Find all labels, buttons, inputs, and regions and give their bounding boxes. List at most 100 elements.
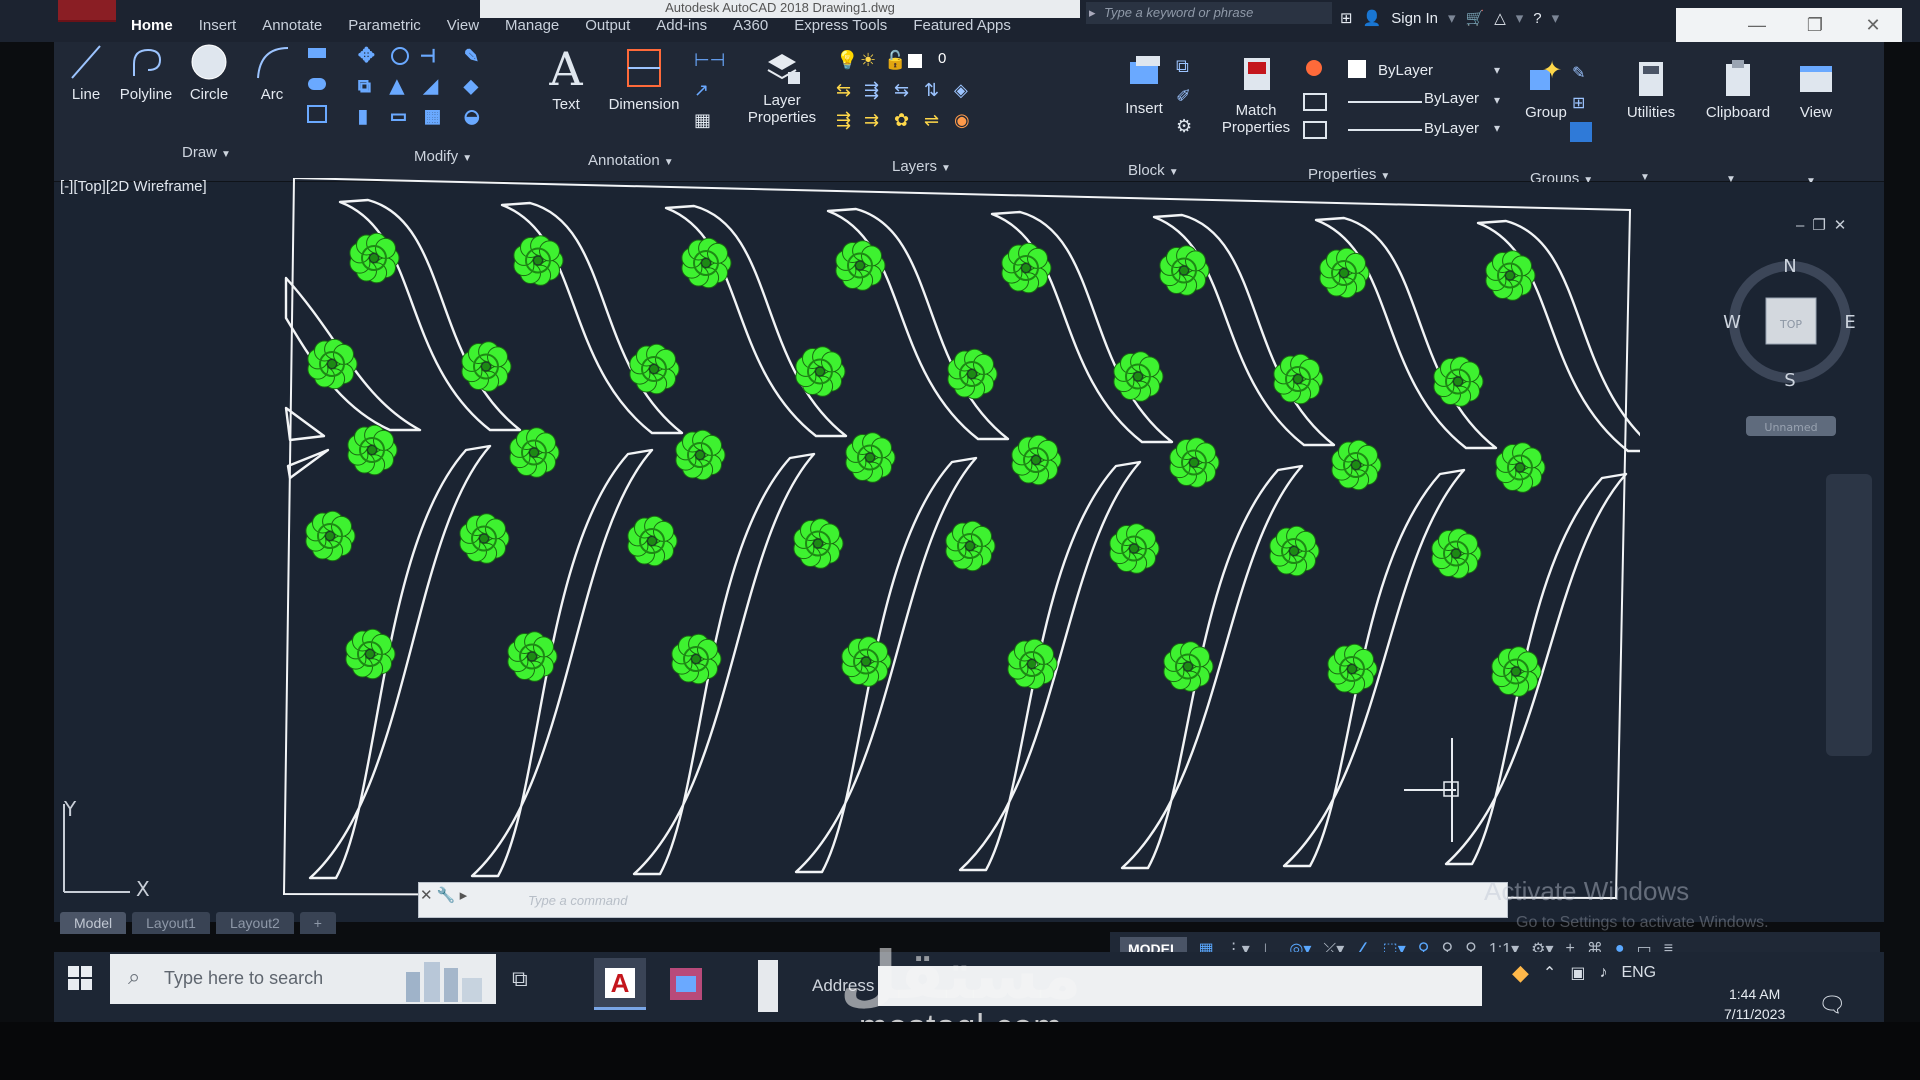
match-properties-button[interactable]: Match Properties xyxy=(1216,54,1296,136)
dimension-button[interactable]: Dimension xyxy=(602,46,686,113)
annotation-small-icons[interactable]: ⊢⊣ ↗ ▦ xyxy=(690,46,730,136)
svg-text:⇆: ⇆ xyxy=(836,80,851,101)
text-button[interactable]: A Text xyxy=(546,46,586,113)
plant-symbol xyxy=(795,346,846,397)
help-icon[interactable]: ? xyxy=(1533,10,1541,27)
tab-home[interactable]: Home xyxy=(118,12,186,40)
tab-annotate[interactable]: Annotate xyxy=(249,12,335,40)
task-view-icon[interactable]: ⧉ xyxy=(512,966,528,992)
arc-button[interactable]: Arc xyxy=(252,42,292,103)
svg-text:⚙: ⚙ xyxy=(1176,116,1192,137)
autocad-icon: A xyxy=(605,968,635,998)
layer-tools-icons[interactable]: 💡 ☀ 🔓 ⇆ ⇶ ⇆ ⇅ ◈ ⇶ ⇉ ✿ ⇌ ◉ xyxy=(834,48,1004,132)
svg-text:⊣: ⊣ xyxy=(420,46,436,67)
network-icon[interactable]: ▣ xyxy=(1570,963,1585,983)
sign-in-button[interactable]: Sign In xyxy=(1391,10,1438,27)
window-controls: — ❐ ✕ xyxy=(1676,8,1902,42)
tab-featured-apps[interactable]: Featured Apps xyxy=(900,12,1024,40)
view-button[interactable]: View xyxy=(1786,60,1846,121)
close-command-icon[interactable]: ✕ xyxy=(420,887,433,904)
draw-panel-label[interactable]: Draw ▼ xyxy=(182,144,231,161)
command-input[interactable]: Type a command xyxy=(528,893,627,908)
close-button[interactable]: ✕ xyxy=(1844,8,1902,42)
tab-express-tools[interactable]: Express Tools xyxy=(781,12,900,40)
group-small-icons[interactable]: ✎ ⊞ xyxy=(1568,58,1598,148)
layers-panel-label[interactable]: Layers ▼ xyxy=(892,158,951,175)
polyline-button[interactable]: Polyline xyxy=(114,42,178,103)
volume-icon[interactable]: ♪ xyxy=(1599,964,1607,982)
tab-model[interactable]: Model xyxy=(60,912,127,934)
binoculars-icon[interactable]: ⊞ xyxy=(1340,9,1353,27)
svg-text:⇶: ⇶ xyxy=(864,80,879,101)
compass-north[interactable]: N xyxy=(1783,256,1796,277)
tab-layout2[interactable]: Layout2 xyxy=(215,912,294,934)
svg-text:▭: ▭ xyxy=(390,106,407,127)
group-button[interactable]: ✦ Group xyxy=(1516,56,1576,121)
chevron-up-icon[interactable]: ⌃ xyxy=(1543,963,1556,983)
plant-symbol xyxy=(1491,646,1542,697)
svg-text:☀: ☀ xyxy=(860,50,876,71)
restore-button[interactable]: ❐ xyxy=(1786,8,1844,42)
line-button[interactable]: Line xyxy=(64,42,108,103)
lineweight-dropdown[interactable]: ByLayer xyxy=(1424,120,1504,140)
modify-panel-label[interactable]: Modify ▼ xyxy=(414,148,472,165)
modify-tools-icons[interactable]: ✥ ⊣ ✎ ⧉ ▲ ◢ ◆ ▮ ▭ ▦ ◒ xyxy=(354,44,524,134)
taskbar-divider-handle[interactable] xyxy=(758,960,778,1012)
minimize-button[interactable]: — xyxy=(1728,8,1786,42)
circle-label: Circle xyxy=(189,86,229,103)
tab-add-ins[interactable]: Add-ins xyxy=(643,12,720,40)
utilities-button[interactable]: Utilities xyxy=(1616,60,1686,121)
compass-east[interactable]: E xyxy=(1844,312,1855,333)
insert-block-button[interactable]: Insert xyxy=(1114,52,1174,117)
compass-south[interactable]: S xyxy=(1784,370,1795,391)
tab-insert[interactable]: Insert xyxy=(186,12,250,40)
taskbar-clock[interactable]: 1:44 AM 7/11/2023 xyxy=(1724,984,1785,1024)
svg-text:▦: ▦ xyxy=(424,106,441,127)
customize-command-icon[interactable]: 🔧 xyxy=(437,887,456,904)
block-panel-label[interactable]: Block ▼ xyxy=(1128,162,1179,179)
cart-icon[interactable]: 🛒 xyxy=(1466,9,1485,27)
navigation-bar[interactable] xyxy=(1826,474,1872,756)
viewport-window-controls[interactable]: –❐✕ xyxy=(1796,216,1854,234)
draw-small-icons[interactable] xyxy=(304,44,344,134)
current-layer-name[interactable]: 0 xyxy=(938,50,960,70)
notification-center-icon[interactable]: 🗨 xyxy=(1818,992,1846,1018)
tab-output[interactable]: Output xyxy=(572,12,643,40)
clipboard-button[interactable]: Clipboard xyxy=(1696,60,1780,121)
exchange-icon[interactable]: △ xyxy=(1494,9,1506,27)
tab-manage[interactable]: Manage xyxy=(492,12,572,40)
windows-start-icon[interactable] xyxy=(66,964,94,992)
plant-symbol xyxy=(347,424,398,476)
layer-properties-button[interactable]: Layer Properties xyxy=(742,48,822,126)
language-indicator[interactable]: ENG xyxy=(1621,964,1656,982)
taskbar-search-placeholder: Type here to search xyxy=(164,968,324,988)
plant-symbol xyxy=(1431,528,1482,579)
tab-view[interactable]: View xyxy=(434,12,492,40)
color-dropdown[interactable]: ByLayer xyxy=(1378,62,1458,82)
tab-layout1[interactable]: Layout1 xyxy=(132,912,210,934)
app-tray-icon[interactable]: ◆ xyxy=(1512,960,1529,986)
tab-parametric[interactable]: Parametric xyxy=(335,12,434,40)
landscape-drawing[interactable] xyxy=(280,178,1640,908)
search-arrow-icon: ▸ xyxy=(1089,5,1096,20)
add-layout-button[interactable]: + xyxy=(299,912,336,934)
curved-strip xyxy=(632,452,816,876)
linetype-dropdown[interactable]: ByLayer xyxy=(1424,90,1504,110)
second-app-icon[interactable] xyxy=(664,962,708,1006)
help-search-placeholder: Type a keyword or phrase xyxy=(1104,5,1254,20)
help-search-input[interactable]: ▸ Type a keyword or phrase xyxy=(1086,2,1332,24)
autocad-taskbar-app[interactable]: A xyxy=(594,958,646,1010)
chevron-down-icon[interactable]: ▾ xyxy=(1552,9,1560,27)
circle-button[interactable]: Circle xyxy=(184,42,234,103)
chevron-down-icon[interactable]: ▾ xyxy=(1516,9,1524,27)
compass-west[interactable]: W xyxy=(1723,312,1741,333)
viewport-controls-label[interactable]: [-][Top][2D Wireframe] xyxy=(60,178,207,195)
viewcube[interactable]: TOP N S W E Unnamed xyxy=(1716,250,1866,450)
annotation-panel-label[interactable]: Annotation ▼ xyxy=(588,152,674,169)
autocad-app-menu-button[interactable] xyxy=(58,0,116,22)
block-small-icons[interactable]: ⧉ ✐ ⚙ xyxy=(1172,52,1208,142)
chevron-down-icon[interactable]: ▾ xyxy=(1448,9,1456,27)
ribbon-panel: Line Polyline Circle Arc Draw ▼ ✥ ⊣ ✎ ⧉ ▲… xyxy=(54,42,1884,187)
tab-a360[interactable]: A360 xyxy=(720,12,781,40)
plant-symbol xyxy=(349,232,400,284)
